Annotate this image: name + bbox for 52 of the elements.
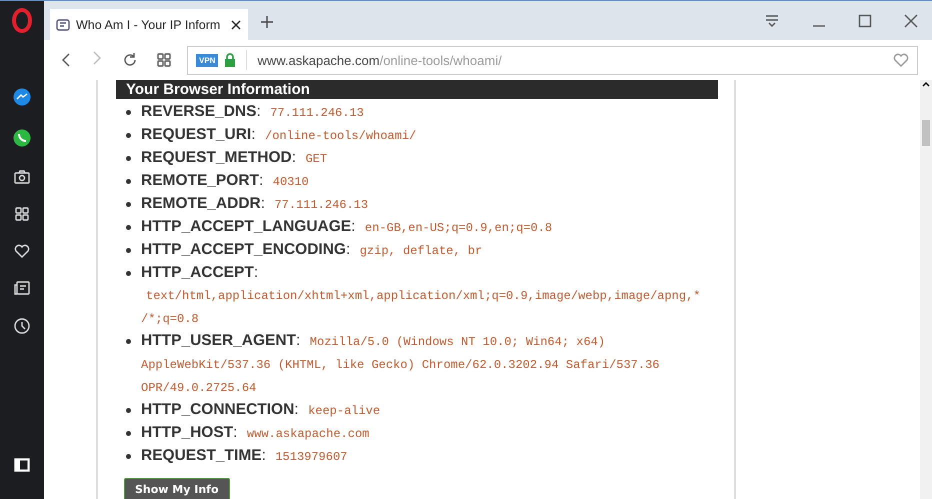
lock-icon	[224, 53, 236, 67]
info-entry: REMOTE_PORT: 40310	[141, 171, 310, 191]
history-clock-icon[interactable]	[14, 318, 30, 334]
info-entry: HTTP_ACCEPT: text/html,application/xhtml+xml,application/xml;q=0.9,image/webp,image/apng,*/*;q=0.8	[141, 263, 702, 328]
camera-icon[interactable]	[14, 170, 30, 184]
bullet-icon	[126, 408, 131, 413]
info-entry: HTTP_CONNECTION: keep-alive	[141, 400, 382, 420]
bullet-icon	[126, 454, 131, 459]
speed-dial-icon[interactable]	[15, 207, 29, 221]
info-entry: REVERSE_DNS: 77.111.246.13	[141, 102, 365, 122]
scroll-up-icon[interactable]	[922, 80, 930, 88]
bookmark-heart-icon[interactable]	[893, 53, 909, 67]
bullet-icon	[126, 156, 131, 161]
info-entry: HTTP_ACCEPT_LANGUAGE: en-GB,en-US;q=0.9,en;q=0.8	[141, 217, 554, 237]
reload-icon[interactable]	[122, 52, 138, 68]
info-entry: HTTP_ACCEPT_ENCODING: gzip, deflate, br	[141, 240, 484, 260]
sidebar-toggle-icon[interactable]	[14, 458, 30, 472]
page-favicon-icon	[56, 18, 70, 32]
tab-title: Who Am I - Your IP Inform	[76, 18, 222, 32]
vpn-badge[interactable]: VPN	[196, 54, 218, 66]
back-icon[interactable]	[60, 52, 72, 68]
info-entry: REMOTE_ADDR: 77.111.246.13	[141, 194, 370, 214]
bullet-icon	[126, 225, 131, 230]
bullet-icon	[126, 202, 131, 207]
scrollbar[interactable]	[920, 80, 932, 499]
address-field[interactable]: VPN www.askapache.com/online-tools/whoami/	[187, 46, 918, 74]
info-entry: HTTP_HOST: www.askapache.com	[141, 423, 370, 443]
url-text: www.askapache.com/online-tools/whoami/	[257, 52, 503, 68]
news-icon[interactable]	[14, 281, 30, 295]
bullet-icon	[126, 271, 131, 276]
info-entry: REQUEST_URI: /online-tools/whoami/	[141, 125, 418, 145]
browser-tab[interactable]: Who Am I - Your IP Inform	[50, 9, 248, 40]
close-icon[interactable]	[230, 18, 242, 30]
info-entry: REQUEST_TIME: 1513979607	[141, 446, 348, 466]
plus-icon[interactable]	[260, 15, 274, 29]
show-info-button[interactable]: Show My Info	[124, 478, 230, 499]
heart-icon[interactable]	[14, 244, 30, 258]
browser-logo-icon[interactable]	[12, 8, 32, 33]
bullet-icon	[126, 110, 131, 115]
info-entry: REQUEST_METHOD: GET	[141, 148, 328, 168]
bullet-icon	[126, 133, 131, 138]
bullet-icon	[126, 248, 131, 253]
messenger-icon[interactable]	[13, 88, 31, 106]
section-heading: Your Browser Information	[116, 80, 718, 99]
bullet-icon	[126, 179, 131, 184]
speed-dial-icon[interactable]	[157, 53, 171, 67]
bullet-icon	[126, 339, 131, 344]
bullet-icon	[126, 431, 131, 436]
maximize-icon[interactable]	[858, 14, 872, 28]
scrollbar-thumb[interactable]	[922, 120, 930, 146]
tab-menu-icon[interactable]	[764, 14, 780, 28]
whatsapp-icon[interactable]	[13, 129, 31, 147]
